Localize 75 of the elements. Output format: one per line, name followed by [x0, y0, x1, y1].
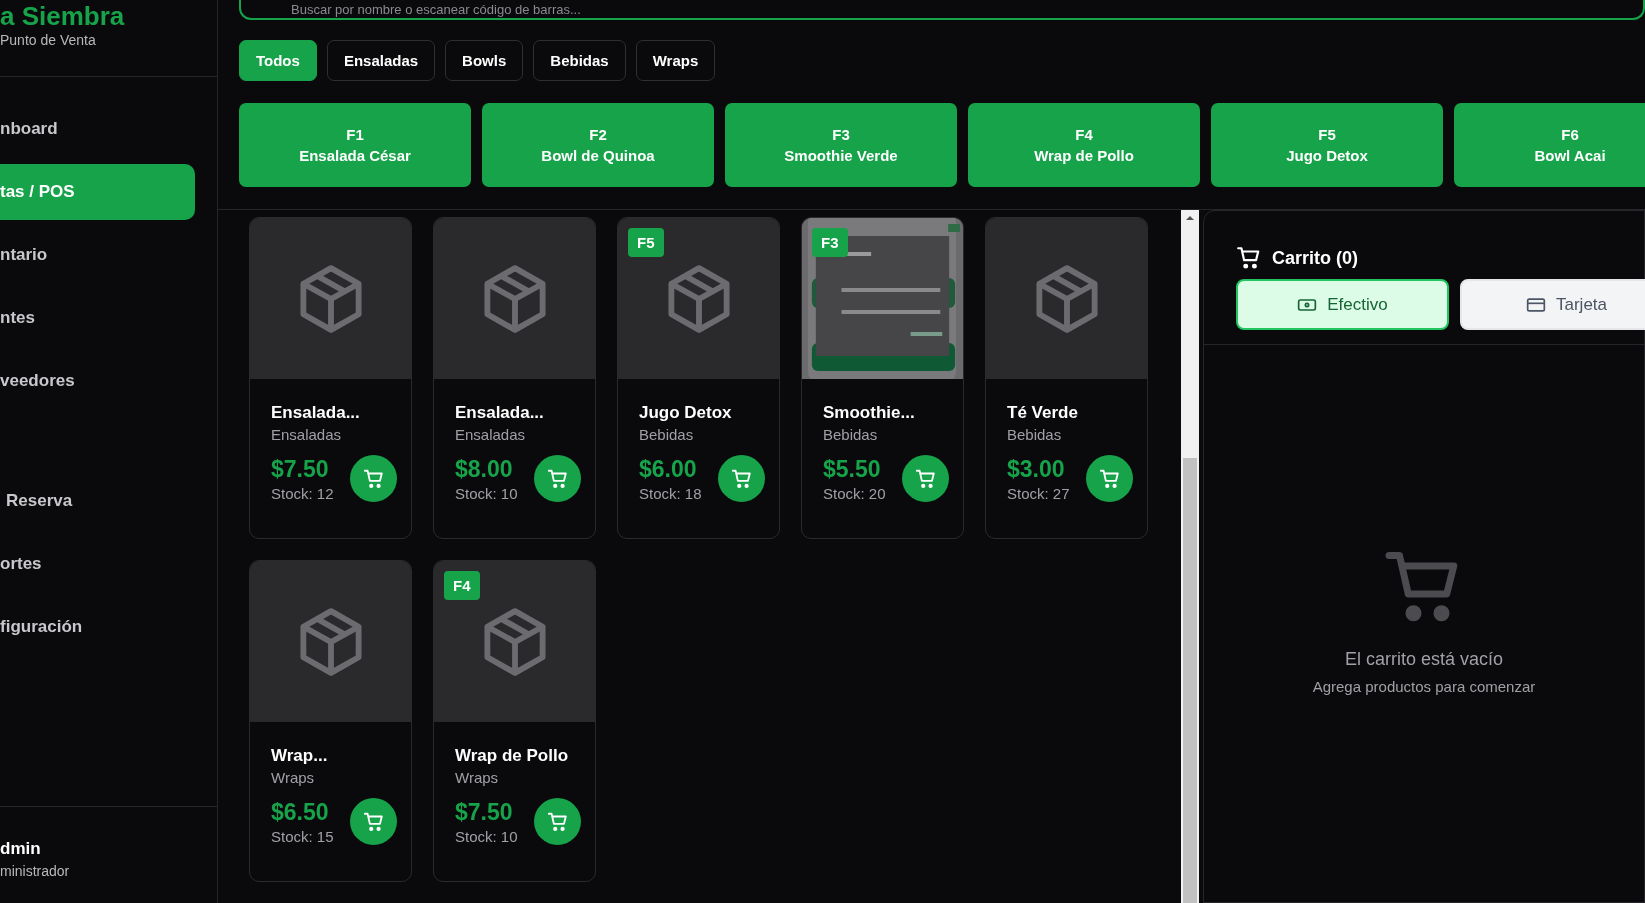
product-price: $5.50: [823, 455, 882, 483]
search-field[interactable]: Buscar por nombre o escanear código de barras...: [239, 0, 1645, 20]
scrollbar-thumb[interactable]: [1183, 458, 1197, 903]
product-category: Wraps: [455, 769, 500, 786]
cart-icon: [1098, 467, 1121, 490]
shortcut-badge: F3: [812, 228, 848, 257]
category-tab[interactable]: Bowls: [445, 40, 524, 81]
product-price: $7.50: [455, 798, 514, 826]
add-to-cart-button[interactable]: [902, 455, 949, 502]
product-stock: Stock: 15: [271, 827, 334, 845]
user-role: ministrador: [0, 863, 71, 879]
empty-cart-title: El carrito está vacío: [1344, 649, 1504, 670]
product-category: Bebidas: [1007, 426, 1063, 443]
product-category: Ensaladas: [455, 426, 527, 443]
product-price: $6.00: [639, 455, 698, 483]
product-card[interactable]: Ensalada... Ensaladas $8.00 Stock: 10: [433, 217, 596, 539]
brand-subtitle: Punto de Venta: [0, 32, 97, 48]
product-card[interactable]: F5 Jugo Detox Bebidas $6.00 Stock: 18: [617, 217, 780, 539]
product-category: Bebidas: [823, 426, 879, 443]
product-category: Wraps: [271, 769, 316, 786]
product-category: Bebidas: [639, 426, 695, 443]
product-name: Té Verde: [1007, 403, 1079, 423]
product-name: Wrap de Pollo: [455, 746, 570, 766]
product-card[interactable]: F4 Wrap de Pollo Wraps $7.50 Stock: 10: [433, 560, 596, 882]
category-tab[interactable]: Bebidas: [533, 40, 626, 81]
add-to-cart-button[interactable]: [350, 455, 397, 502]
sidebar-item[interactable]: figuración: [0, 599, 195, 655]
empty-cart-hint: Agrega productos para comenzar: [1312, 678, 1536, 695]
payment-option[interactable]: Efectivo: [1236, 279, 1449, 330]
cart-icon: [546, 810, 569, 833]
sidebar-item[interactable]: ntario: [0, 227, 195, 283]
add-to-cart-button[interactable]: [350, 798, 397, 845]
user-name: dmin: [0, 839, 42, 859]
sidebar-item[interactable]: veedores: [0, 353, 195, 409]
cart-icon: [1236, 245, 1262, 271]
product-price: $3.00: [1007, 455, 1066, 483]
sidebar-item[interactable]: ortes: [0, 536, 195, 592]
product-card[interactable]: Ensalada... Ensaladas $7.50 Stock: 12: [249, 217, 412, 539]
product-stock: Stock: 10: [455, 827, 518, 845]
product-name: Ensalada...: [455, 403, 545, 423]
cart-icon: [362, 810, 385, 833]
cart-icon: [730, 467, 753, 490]
product-stock: Stock: 18: [639, 484, 702, 502]
product-card[interactable]: Té Verde Bebidas $3.00 Stock: 27: [985, 217, 1148, 539]
product-name: Smoothie...: [823, 403, 916, 423]
category-tab[interactable]: Ensaladas: [326, 40, 436, 81]
cart-icon: [914, 467, 937, 490]
add-to-cart-button[interactable]: [718, 455, 765, 502]
cart-icon: [362, 467, 385, 490]
product-stock: Stock: 20: [823, 484, 886, 502]
product-price: $6.50: [271, 798, 330, 826]
cart-icon: [546, 467, 569, 490]
product-price: $8.00: [455, 455, 514, 483]
product-stock: Stock: 10: [455, 484, 518, 502]
product-name: Wrap...: [271, 746, 329, 766]
category-tab[interactable]: Wraps: [635, 40, 716, 81]
product-card[interactable]: Wrap... Wraps $6.50 Stock: 15: [249, 560, 412, 882]
product-card[interactable]: F3 Smoothie... Bebidas $5.50 Stock: 20: [801, 217, 964, 539]
product-price: $7.50: [271, 455, 330, 483]
add-to-cart-button[interactable]: [534, 455, 581, 502]
shortcut-badge: F5: [628, 228, 664, 257]
sidebar-item[interactable]: nboard: [0, 101, 195, 157]
payment-option[interactable]: Tarjeta: [1460, 279, 1645, 330]
cart-title: Carrito (0): [1272, 247, 1358, 269]
sidebar-item[interactable]: ntes: [0, 290, 195, 346]
product-category: Ensaladas: [271, 426, 343, 443]
brand-title: a Siembra: [0, 2, 126, 30]
add-to-cart-button[interactable]: [534, 798, 581, 845]
product-name: Ensalada...: [271, 403, 361, 423]
shortcut-badge: F4: [444, 571, 480, 600]
product-name: Jugo Detox: [639, 403, 733, 423]
add-to-cart-button[interactable]: [1086, 455, 1133, 502]
sidebar-item[interactable]: Reserva: [0, 473, 195, 529]
product-stock: Stock: 12: [271, 484, 334, 502]
product-stock: Stock: 27: [1007, 484, 1070, 502]
